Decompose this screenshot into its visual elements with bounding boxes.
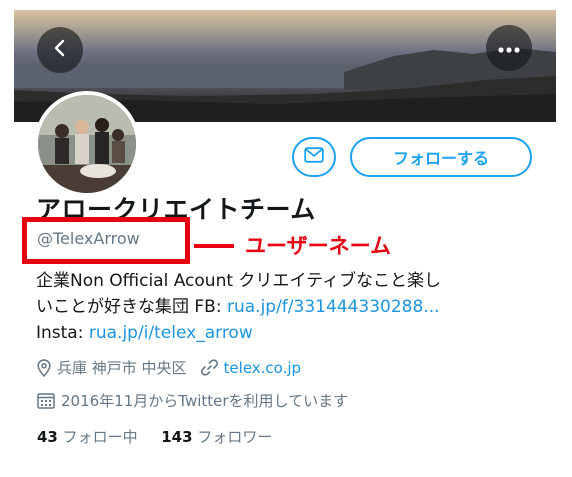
followers-link[interactable]: 143 フォロワー — [161, 428, 272, 446]
envelope-icon — [304, 147, 324, 167]
annotation-label: ユーザーネーム — [245, 234, 391, 258]
website-link[interactable]: telex.co.jp — [224, 359, 302, 377]
message-button[interactable] — [292, 137, 336, 177]
annotation-line — [194, 244, 234, 248]
link-icon — [200, 359, 218, 376]
chevron-left-icon — [51, 39, 69, 61]
joined-text: 2016年11月からTwitterを利用しています — [61, 392, 349, 410]
bio-line-2-text: いことが好きな集団 FB: — [36, 297, 227, 317]
bio-insta-link[interactable]: rua.jp/i/telex_arrow — [89, 323, 253, 343]
followers-count: 143 — [161, 428, 193, 446]
followers-label: フォロワー — [197, 428, 273, 446]
bio-line-1: 企業Non Official Acount クリエイティブなこと楽し — [36, 271, 442, 291]
following-count: 43 — [37, 428, 58, 446]
avatar[interactable] — [34, 91, 140, 197]
back-button[interactable] — [37, 27, 83, 73]
location-pin-icon — [37, 358, 51, 377]
bio-line-2: いことが好きな集団 FB: rua.jp/f/331444330288... — [36, 294, 556, 320]
follow-counts: 43 フォロー中 143 フォロワー — [37, 426, 272, 447]
bio-line-3-text: Insta: — [36, 323, 89, 343]
more-button[interactable] — [486, 25, 532, 71]
following-link[interactable]: 43 フォロー中 — [37, 428, 138, 446]
location-row: 兵庫 神戸市 中央区 telex.co.jp — [37, 357, 301, 378]
following-label: フォロー中 — [62, 428, 138, 446]
user-handle: @TelexArrow — [37, 229, 140, 248]
calendar-icon — [37, 392, 55, 409]
joined-row: 2016年11月からTwitterを利用しています — [37, 390, 348, 411]
bio-fb-link[interactable]: rua.jp/f/331444330288... — [227, 297, 440, 317]
follow-button[interactable]: フォローする — [350, 137, 532, 177]
bio: 企業Non Official Acount クリエイティブなこと楽し いことが好… — [36, 268, 556, 346]
location-text: 兵庫 神戸市 中央区 — [57, 359, 187, 377]
bio-line-3: Insta: rua.jp/i/telex_arrow — [36, 320, 556, 346]
avatar-photo — [38, 95, 136, 193]
more-dots-icon — [497, 39, 521, 58]
